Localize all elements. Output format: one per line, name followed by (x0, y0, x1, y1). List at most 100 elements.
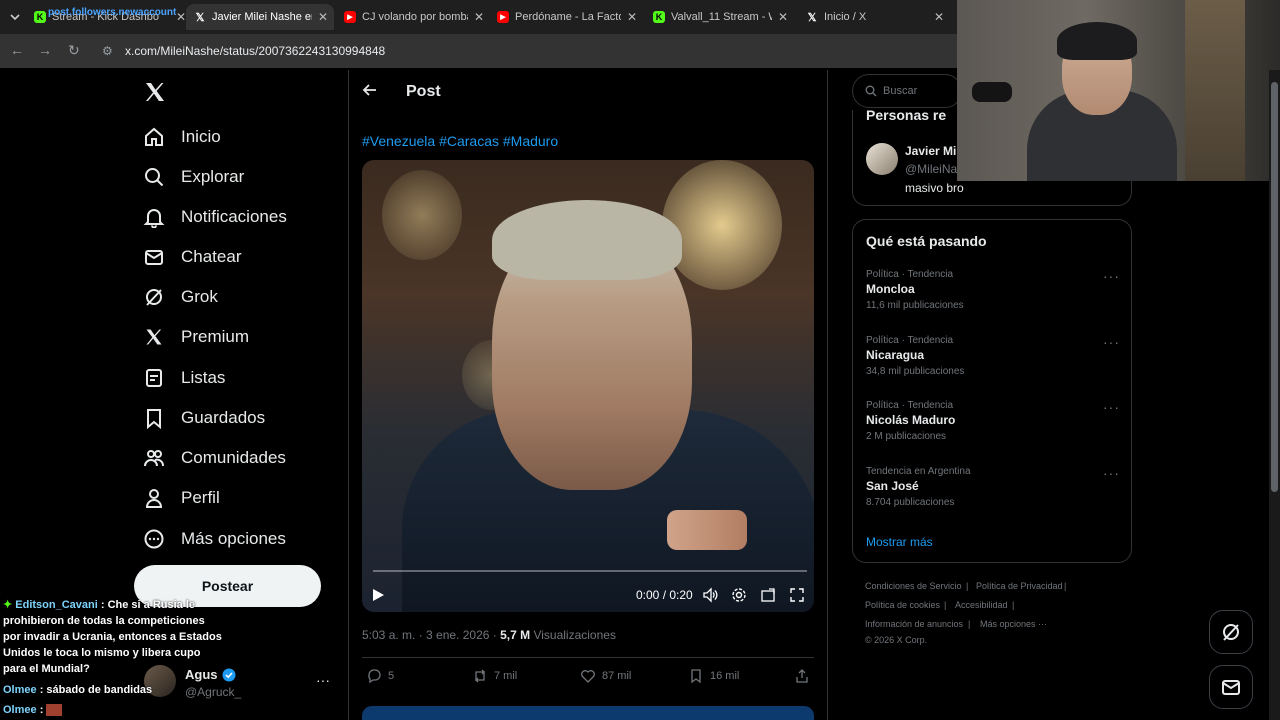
tab-perdoname[interactable]: ▶ Perdóname - La Factor ✕ (497, 4, 637, 30)
nav-item-perfil[interactable]: Perfil (143, 484, 220, 512)
footer-link-accessibility[interactable]: Accesibilidad (955, 600, 1008, 610)
nav-label: Comunidades (181, 448, 286, 467)
pip-button[interactable] (760, 587, 776, 608)
chat-user: Olmee (3, 684, 37, 696)
bookmark-icon (691, 669, 701, 684)
more-options-icon[interactable]: ··· (1103, 399, 1120, 415)
home-icon (143, 126, 165, 148)
nav-item-grok[interactable]: Grok (143, 283, 218, 311)
trend-item[interactable]: Política · Tendencia Nicolás Maduro 2 M … (866, 400, 955, 442)
tab-label: Perdóname - La Factor (515, 11, 621, 23)
close-tab-icon[interactable]: ✕ (468, 10, 484, 24)
trend-name: Nicaragua (866, 348, 925, 362)
show-more-link[interactable]: Mostrar más (866, 535, 933, 549)
settings-button[interactable] (731, 587, 747, 608)
volume-button[interactable] (702, 587, 718, 608)
close-tab-icon[interactable]: ✕ (312, 10, 328, 24)
grok-fab-button[interactable] (1209, 610, 1253, 654)
trend-item[interactable]: Tendencia en Argentina San José 8.704 pu… (866, 466, 971, 508)
more-options-icon[interactable]: ··· (1103, 268, 1120, 284)
fullscreen-icon (790, 588, 804, 602)
tab-inicio-x[interactable]: 𝕏 Inicio / X ✕ (806, 4, 944, 30)
page-scrollbar[interactable] (1269, 70, 1280, 720)
messages-fab-button[interactable] (1209, 665, 1253, 709)
tab-list-button[interactable] (8, 8, 26, 26)
close-tab-icon[interactable]: ✕ (772, 10, 788, 24)
tab-cj-volando[interactable]: ▶ CJ volando por bomba ✕ (344, 4, 484, 30)
reply-count: 5 (388, 670, 395, 682)
back-arrow-icon[interactable]: ← (10, 42, 24, 58)
repost-button[interactable]: 7 mil (472, 668, 517, 684)
nav-item-chatear[interactable]: Chatear (143, 243, 241, 271)
post-hashtags[interactable]: #Venezuela #Caracas #Maduro (362, 133, 558, 149)
webcam-background-door (1185, 0, 1245, 181)
person-bio: masivo bro (905, 181, 964, 195)
trend-count: 11,6 mil publicaciones (866, 300, 964, 311)
footer-link-ads[interactable]: Información de anuncios (865, 619, 963, 629)
url-field[interactable]: x.com/MileiNashe/status/2007362243130994… (125, 44, 385, 58)
scrollbar-thumb[interactable] (1271, 82, 1278, 492)
trends-card: Qué está pasando Política · Tendencia Mo… (852, 219, 1132, 563)
trend-name: San José (866, 479, 919, 493)
nav-item-listas[interactable]: Listas (143, 364, 225, 392)
tab-valvall-stream[interactable]: K Valvall_11 Stream - Wa ✕ (653, 4, 788, 30)
youtube-icon: ▶ (497, 11, 509, 23)
account-menu-icon[interactable]: ··· (316, 672, 330, 688)
volume-icon (703, 587, 718, 603)
account-handle: @Agruck_ (185, 685, 242, 699)
people-icon (143, 447, 165, 469)
video-player[interactable] (362, 160, 814, 612)
footer-link-privacy[interactable]: Política de Privacidad (976, 581, 1063, 591)
avatar[interactable] (866, 143, 898, 175)
person-name[interactable]: Javier Mil (905, 144, 960, 158)
tab-kick-dashboard[interactable]: K Stream - Kick Dashbo ✕ (34, 4, 186, 30)
search-input[interactable]: Buscar (852, 74, 962, 108)
sparkle-icon: ✦ (3, 599, 13, 611)
more-options-icon[interactable]: ··· (1103, 334, 1120, 350)
nav-item-inicio[interactable]: Inicio (143, 123, 221, 151)
share-button[interactable] (794, 668, 816, 684)
footer-link-cookies[interactable]: Política de cookies (865, 600, 940, 610)
bell-icon (143, 206, 165, 228)
nav-item-mas-opciones[interactable]: Más opciones (143, 525, 286, 553)
background-light (382, 170, 462, 260)
close-tab-icon[interactable]: ✕ (928, 10, 944, 24)
like-button[interactable]: 87 mil (580, 668, 631, 684)
fullscreen-button[interactable] (789, 587, 805, 608)
nav-item-comunidades[interactable]: Comunidades (143, 444, 286, 472)
nav-label: Más opciones (181, 529, 286, 548)
trend-item[interactable]: Política · Tendencia Moncloa 11,6 mil pu… (866, 269, 964, 311)
list-icon (143, 367, 165, 389)
bookmark-button[interactable]: 16 mil (688, 668, 739, 684)
nav-label: Notificaciones (181, 207, 287, 226)
footer-link-terms[interactable]: Condiciones de Servicio (865, 581, 962, 591)
more-options-icon[interactable]: ··· (1103, 465, 1120, 481)
nav-item-notificaciones[interactable]: Notificaciones (143, 203, 287, 231)
divider (362, 657, 814, 658)
close-tab-icon[interactable]: ✕ (170, 10, 186, 24)
column-divider (348, 70, 349, 720)
site-settings-icon[interactable]: ⚙ (102, 44, 113, 58)
reply-button[interactable]: 5 (366, 668, 394, 684)
chat-text: Unidos le toca lo mismo y libera cupo (3, 647, 201, 659)
tab-javier-milei[interactable]: 𝕏 Javier Milei Nashe en X ✕ (186, 4, 334, 30)
kick-icon: K (34, 11, 46, 23)
video-progress-bar[interactable] (373, 570, 807, 572)
close-tab-icon[interactable]: ✕ (621, 10, 637, 24)
x-logo[interactable] (143, 80, 167, 109)
tab-label: CJ volando por bomba (362, 11, 468, 23)
mail-icon (143, 246, 165, 268)
nav-item-guardados[interactable]: Guardados (143, 404, 265, 432)
nav-item-explorar[interactable]: Explorar (143, 163, 244, 191)
back-button[interactable] (362, 82, 378, 103)
play-button[interactable] (371, 588, 385, 607)
forward-arrow-icon[interactable]: → (38, 42, 52, 58)
grok-icon (143, 286, 165, 308)
nav-item-premium[interactable]: Premium (143, 323, 249, 351)
more-circle-icon (143, 528, 165, 550)
footer-link-more[interactable]: Más opciones ··· (980, 619, 1047, 629)
chevron-down-icon (10, 14, 20, 21)
reload-icon[interactable]: ↻ (68, 42, 80, 59)
trend-item[interactable]: Política · Tendencia Nicaragua 34,8 mil … (866, 335, 964, 377)
page-title: Post (406, 83, 441, 100)
